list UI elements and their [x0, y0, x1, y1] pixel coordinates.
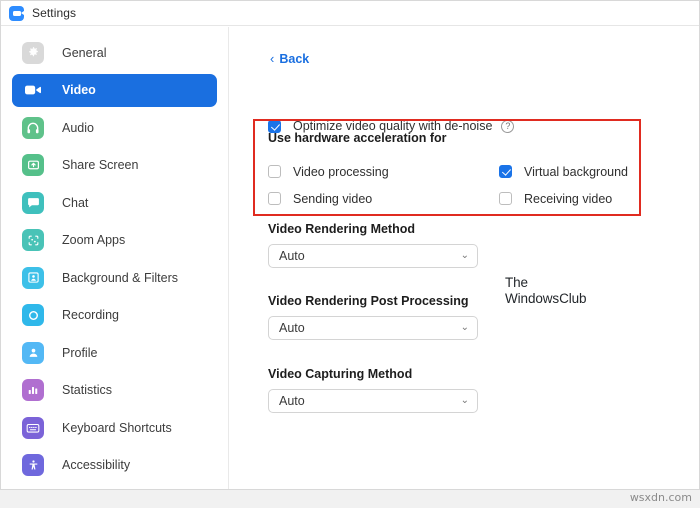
watermark-line-2: WindowsClub — [505, 291, 586, 307]
back-button-label: Back — [279, 52, 309, 66]
option-label: Video processing — [293, 165, 389, 179]
sidebar-item-video[interactable]: Video — [12, 74, 217, 107]
accessibility-icon — [22, 454, 44, 476]
zoom-apps-icon — [22, 229, 44, 251]
sidebar-item-label: Accessibility — [62, 458, 130, 472]
option-label: Sending video — [293, 192, 372, 206]
chevron-down-icon: ⌄ — [461, 323, 469, 333]
sidebar-item-background-filters[interactable]: Background & Filters — [12, 261, 217, 294]
virtual-background-checkbox[interactable] — [499, 165, 512, 178]
sidebar-item-label: Video — [62, 83, 96, 97]
sidebar-item-label: Profile — [62, 346, 97, 360]
video-rendering-method-select[interactable]: Auto ⌄ — [268, 244, 478, 268]
chat-bubble-icon — [22, 192, 44, 214]
sidebar-item-statistics[interactable]: Statistics — [12, 374, 217, 407]
person-icon — [22, 342, 44, 364]
video-processing-checkbox[interactable] — [268, 165, 281, 178]
option-sending-video[interactable]: Sending video — [268, 192, 499, 206]
window-titlebar: Settings — [1, 1, 699, 26]
field-video-rendering-post-processing: Video Rendering Post Processing Auto ⌄ — [268, 294, 478, 340]
field-label: Video Capturing Method — [268, 367, 478, 381]
select-value: Auto — [279, 321, 305, 335]
sidebar-item-audio[interactable]: Audio — [12, 111, 217, 144]
bar-chart-icon — [22, 379, 44, 401]
zoom-video-icon — [9, 6, 24, 21]
sidebar-item-label: Recording — [62, 308, 119, 322]
sidebar-item-zoom-apps[interactable]: Zoom Apps — [12, 224, 217, 257]
sidebar-item-profile[interactable]: Profile — [12, 336, 217, 369]
field-video-capturing-method: Video Capturing Method Auto ⌄ — [268, 367, 478, 413]
settings-window: Settings General — [0, 0, 700, 490]
chevron-down-icon: ⌄ — [461, 396, 469, 406]
sending-video-checkbox[interactable] — [268, 192, 281, 205]
sidebar-item-label: Background & Filters — [62, 271, 178, 285]
window-title: Settings — [32, 6, 76, 20]
sidebar-item-label: Audio — [62, 121, 94, 135]
record-circle-icon — [22, 304, 44, 326]
watermark-line-1: The — [505, 275, 586, 291]
person-frame-icon — [22, 267, 44, 289]
option-video-processing[interactable]: Video processing — [268, 165, 499, 179]
sidebar-item-chat[interactable]: Chat — [12, 186, 217, 219]
sidebar-item-label: General — [62, 46, 106, 60]
keyboard-icon — [22, 417, 44, 439]
sidebar-item-recording[interactable]: Recording — [12, 299, 217, 332]
share-screen-icon — [22, 154, 44, 176]
sidebar-item-accessibility[interactable]: Accessibility — [12, 449, 217, 482]
field-label: Video Rendering Post Processing — [268, 294, 478, 308]
sidebar-item-label: Statistics — [62, 383, 112, 397]
chevron-down-icon: ⌄ — [461, 251, 469, 261]
back-button[interactable]: ‹ Back — [270, 52, 309, 66]
select-value: Auto — [279, 394, 305, 408]
video-camera-icon — [22, 79, 44, 101]
sidebar-item-label: Chat — [62, 196, 88, 210]
video-rendering-post-processing-select[interactable]: Auto ⌄ — [268, 316, 478, 340]
headphones-icon — [22, 117, 44, 139]
watermark: The WindowsClub — [505, 275, 586, 307]
option-virtual-background[interactable]: Virtual background — [499, 165, 628, 179]
hardware-acceleration-row: Sending video Receiving video — [268, 185, 633, 212]
hardware-acceleration-row: Video processing Virtual background — [268, 158, 633, 185]
sidebar-item-general[interactable]: General — [12, 36, 217, 69]
sidebar-item-label: Share Screen — [62, 158, 138, 172]
chevron-left-icon: ‹ — [270, 52, 274, 65]
option-label: Virtual background — [524, 165, 628, 179]
sidebar-item-share-screen[interactable]: Share Screen — [12, 149, 217, 182]
field-video-rendering-method: Video Rendering Method Auto ⌄ — [268, 222, 478, 268]
field-label: Video Rendering Method — [268, 222, 478, 236]
sidebar-item-label: Keyboard Shortcuts — [62, 421, 172, 435]
screenshot-root: Settings General — [0, 0, 700, 508]
video-capturing-method-select[interactable]: Auto ⌄ — [268, 389, 478, 413]
hardware-acceleration-options: Video processing Virtual background Send… — [268, 158, 633, 212]
settings-content-panel: ‹ Back Optimize video quality with de-no… — [230, 27, 699, 489]
option-receiving-video[interactable]: Receiving video — [499, 192, 612, 206]
gear-icon — [22, 42, 44, 64]
sidebar-item-label: Zoom Apps — [62, 233, 125, 247]
footer-credit: wsxdn.com — [630, 491, 692, 504]
settings-sidebar: General Video — [1, 27, 229, 489]
hardware-acceleration-title: Use hardware acceleration for — [268, 131, 447, 145]
receiving-video-checkbox[interactable] — [499, 192, 512, 205]
sidebar-item-keyboard-shortcuts[interactable]: Keyboard Shortcuts — [12, 411, 217, 444]
option-label: Receiving video — [524, 192, 612, 206]
select-value: Auto — [279, 249, 305, 263]
